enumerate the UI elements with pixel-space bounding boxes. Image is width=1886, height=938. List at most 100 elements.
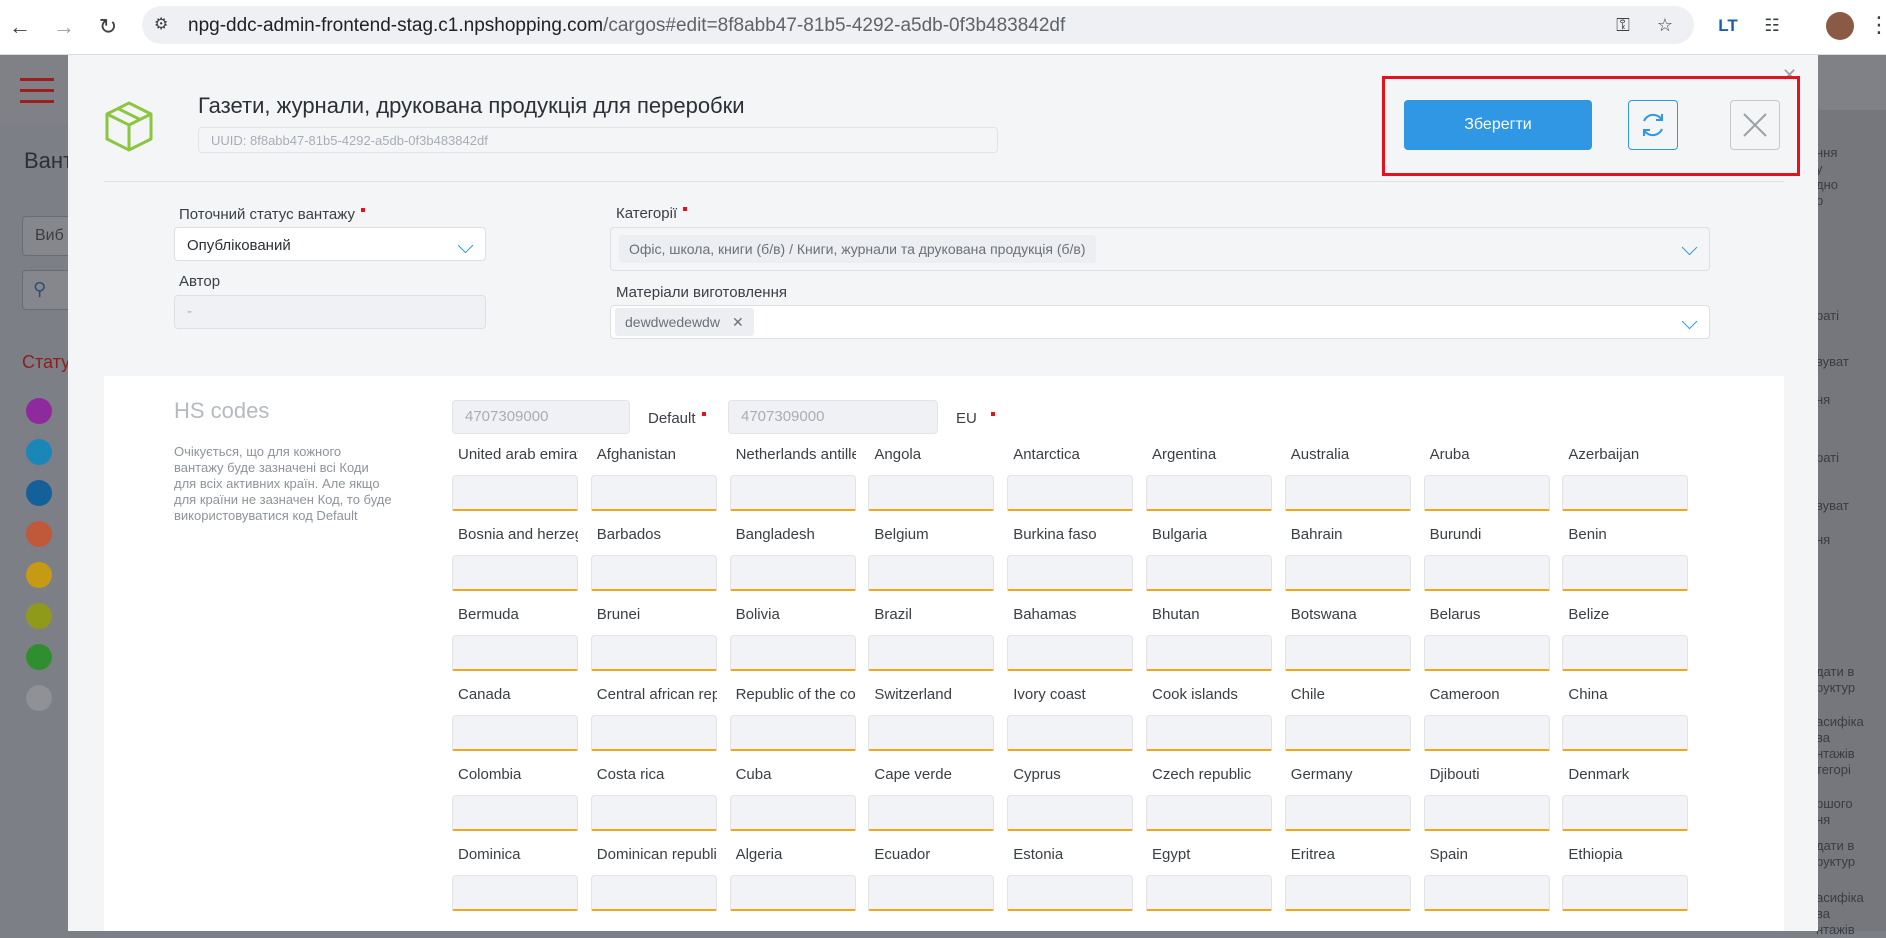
country-code-input[interactable] — [1423, 715, 1550, 751]
country-code-input[interactable] — [1146, 875, 1272, 911]
country-code-input[interactable] — [1007, 795, 1134, 831]
country-code-input[interactable] — [729, 555, 856, 591]
country-code-input[interactable] — [868, 795, 995, 831]
extension-lt-icon[interactable]: LT — [1714, 12, 1742, 40]
country-code-input[interactable] — [1562, 715, 1689, 751]
country-code-input[interactable] — [729, 715, 856, 751]
country-code-input[interactable] — [868, 475, 995, 511]
country-code-field: Algeria — [729, 846, 856, 911]
country-name: Czech republic — [1152, 766, 1252, 783]
country-code-input[interactable] — [1562, 635, 1689, 671]
key-icon[interactable]: ⚿ — [1612, 14, 1634, 36]
country-code-field: Netherlands antilles — [729, 446, 856, 511]
country-code-input[interactable] — [729, 795, 856, 831]
country-code-input[interactable] — [590, 635, 717, 671]
country-code-input[interactable] — [1146, 635, 1272, 671]
url-text[interactable]: npg-ddc-admin-frontend-stag.c1.npshoppin… — [188, 15, 1065, 37]
country-code-input[interactable] — [1423, 795, 1550, 831]
country-code-input[interactable] — [1146, 475, 1272, 511]
country-code-input[interactable] — [729, 475, 856, 511]
country-code-input[interactable] — [1562, 875, 1689, 911]
country-code-input[interactable] — [452, 475, 578, 511]
address-bar[interactable]: ⚙ npg-ddc-admin-frontend-stag.c1.npshopp… — [142, 6, 1694, 44]
browser-menu-icon[interactable]: ⋮ — [1868, 12, 1886, 40]
country-name: China — [1568, 686, 1608, 703]
country-code-input[interactable] — [1007, 555, 1134, 591]
default-code-input[interactable]: 4707309000 — [452, 400, 630, 434]
puzzle-extensions-icon[interactable]: ☷ — [1758, 12, 1786, 40]
country-code-input[interactable] — [1284, 875, 1411, 911]
right-panel-text: ня — [1816, 392, 1831, 407]
country-code-input[interactable] — [1007, 875, 1134, 911]
refresh-button[interactable] — [1628, 100, 1678, 150]
status-color-dot[interactable] — [26, 398, 52, 424]
forward-arrow-icon[interactable]: → — [50, 13, 78, 41]
country-code-input[interactable] — [1146, 795, 1272, 831]
close-button[interactable] — [1730, 100, 1780, 150]
country-code-input[interactable] — [1007, 635, 1134, 671]
country-code-input[interactable] — [1562, 555, 1689, 591]
country-code-input[interactable] — [452, 875, 578, 911]
edit-cargo-modal: ✕ Газети, журнали, друкована продукція д… — [68, 55, 1818, 931]
country-code-input[interactable] — [590, 875, 717, 911]
save-button[interactable]: Зберегти — [1404, 100, 1592, 150]
country-code-field: China — [1562, 686, 1689, 751]
country-code-input[interactable] — [1146, 715, 1272, 751]
country-code-input[interactable] — [1284, 715, 1411, 751]
country-code-input[interactable] — [1562, 795, 1689, 831]
status-color-dot[interactable] — [26, 603, 52, 629]
status-color-dot[interactable] — [26, 480, 52, 506]
chevron-down-icon — [1681, 313, 1698, 330]
country-code-input[interactable] — [1423, 635, 1550, 671]
status-color-dot[interactable] — [26, 562, 52, 588]
country-code-input[interactable] — [868, 875, 995, 911]
country-code-input[interactable] — [590, 795, 717, 831]
country-code-input[interactable] — [868, 555, 995, 591]
country-code-field: Spain — [1423, 846, 1550, 911]
country-code-input[interactable] — [590, 715, 717, 751]
country-name: Ethiopia — [1568, 846, 1623, 863]
profile-avatar[interactable] — [1826, 12, 1854, 40]
country-code-input[interactable] — [868, 715, 995, 751]
status-color-dot[interactable] — [26, 439, 52, 465]
country-code-input[interactable] — [590, 475, 717, 511]
country-code-input[interactable] — [1007, 715, 1134, 751]
country-code-input[interactable] — [729, 635, 856, 671]
country-code-input[interactable] — [452, 555, 578, 591]
country-code-input[interactable] — [1423, 555, 1550, 591]
materials-select[interactable]: dewdwedewdw ✕ — [610, 305, 1710, 339]
country-code-input[interactable] — [1284, 795, 1411, 831]
right-panel-text: раті — [1816, 308, 1840, 323]
site-settings-icon[interactable]: ⚙ — [154, 15, 174, 35]
status-color-dot[interactable] — [26, 685, 52, 711]
reload-icon[interactable]: ↻ — [94, 13, 122, 41]
status-color-dot[interactable] — [26, 644, 52, 670]
country-code-input[interactable] — [1146, 555, 1272, 591]
country-code-input[interactable] — [1284, 635, 1411, 671]
country-name: Burkina faso — [1013, 526, 1097, 543]
hamburger-menu-icon[interactable] — [20, 78, 54, 104]
chip-remove-icon[interactable]: ✕ — [732, 314, 744, 330]
back-arrow-icon[interactable]: ← — [6, 13, 34, 41]
eu-code-input[interactable]: 4707309000 — [728, 400, 938, 434]
country-code-input[interactable] — [1423, 875, 1550, 911]
country-code-input[interactable] — [1007, 475, 1134, 511]
country-code-input[interactable] — [452, 715, 578, 751]
country-name: Belgium — [874, 526, 929, 543]
country-code-input[interactable] — [452, 795, 578, 831]
country-code-field: Angola — [868, 446, 995, 511]
country-code-input[interactable] — [729, 875, 856, 911]
country-code-field: Germany — [1284, 766, 1411, 831]
country-name: Algeria — [735, 846, 783, 863]
country-code-input[interactable] — [1284, 475, 1411, 511]
status-select[interactable]: Опублікований — [174, 227, 486, 261]
star-icon[interactable]: ☆ — [1654, 14, 1676, 36]
country-code-input[interactable] — [1562, 475, 1689, 511]
status-color-dot[interactable] — [26, 521, 52, 547]
country-code-input[interactable] — [452, 635, 578, 671]
country-code-input[interactable] — [868, 635, 995, 671]
country-code-input[interactable] — [1423, 475, 1550, 511]
country-code-input[interactable] — [590, 555, 717, 591]
categories-select[interactable]: Офіс, школа, книги (б/в) / Книги, журнал… — [610, 227, 1710, 271]
country-code-input[interactable] — [1284, 555, 1411, 591]
